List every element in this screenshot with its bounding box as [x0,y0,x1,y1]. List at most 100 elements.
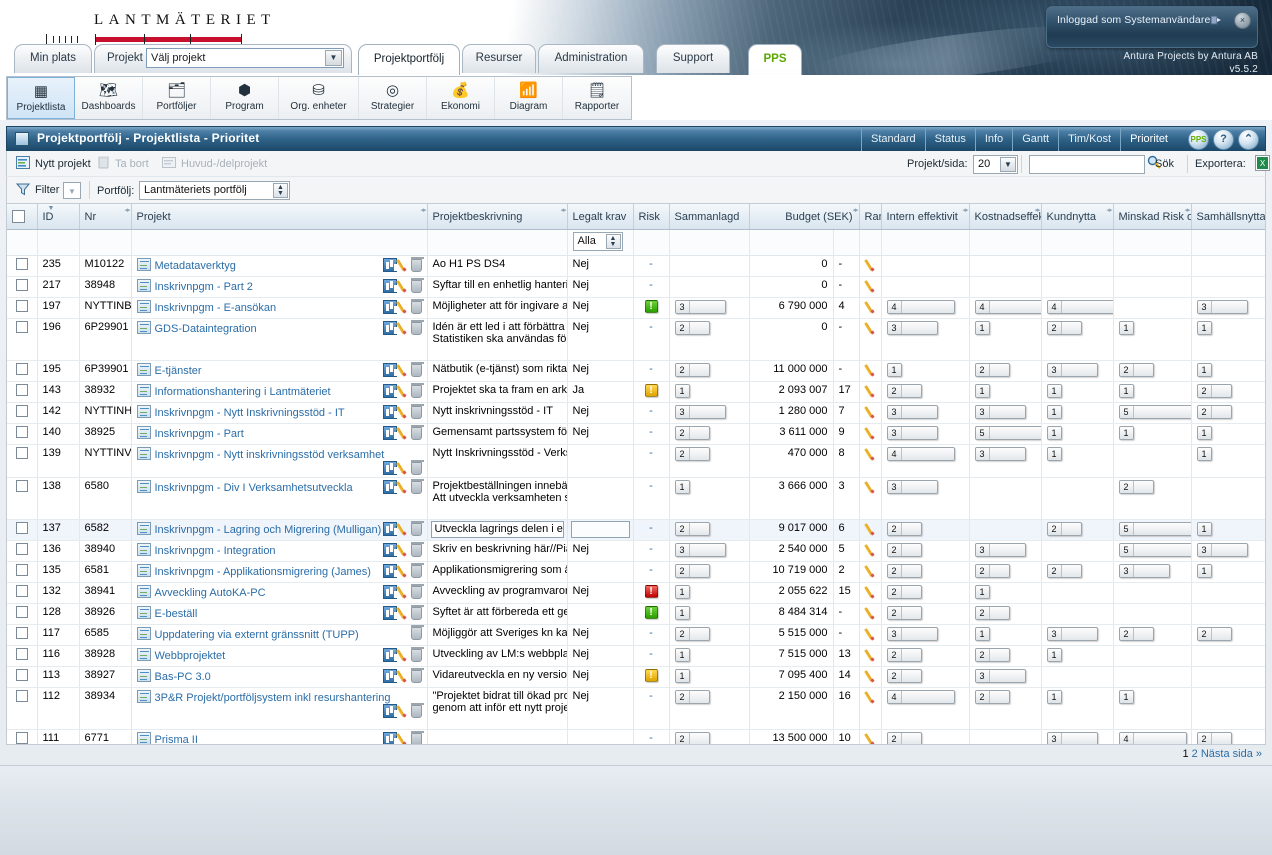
project-link[interactable]: Inskrivnpgm - Part 2 [155,281,253,293]
sammanlagd-chip[interactable]: 1 [674,584,690,599]
col-header-samhallsnytta[interactable]: Samhällsnytta [1191,204,1265,230]
cell-select[interactable] [7,645,38,667]
legalt-krav-filter[interactable]: Alla ▲ ▼ [572,231,623,251]
row-delete-icon[interactable] [410,646,424,662]
rank-edit-icon[interactable] [866,522,878,536]
cell-select[interactable] [7,519,38,541]
filter-dropdown-button[interactable]: ▼ [63,182,81,199]
project-link[interactable]: Inskrivnpgm - Integration [155,545,276,557]
cell-rank-edit[interactable] [859,444,882,478]
cell-rank-edit[interactable] [859,645,882,667]
row-chart-icon[interactable] [382,425,397,440]
tab-resurser[interactable]: Resurser [462,44,536,73]
cell-select[interactable] [7,477,38,520]
row-edit-icon[interactable] [398,405,410,419]
row-delete-icon[interactable] [410,403,424,419]
row-edit-icon[interactable] [398,363,410,377]
minskad-risk-chip[interactable]: 3 [1118,563,1170,578]
intern-effektivitet-chip[interactable]: 4 [886,446,955,461]
cell-rank-edit[interactable] [859,729,882,744]
sammanlagd-chip[interactable]: 1 [674,605,690,620]
row-delete-icon[interactable] [410,361,424,377]
rank-edit-icon[interactable] [866,405,878,419]
rank-edit-icon[interactable] [866,321,878,335]
cell-select[interactable] [7,360,38,382]
cell-rank-edit[interactable] [859,477,882,520]
cell-rank-edit[interactable] [859,318,882,361]
spinner-icon[interactable]: ▲ ▼ [605,233,621,249]
row-edit-icon[interactable] [398,480,410,494]
samhallsnytta-chip[interactable]: 1 [1196,563,1212,578]
row-checkbox[interactable] [15,446,28,459]
resize-grip[interactable]: ◂▸ [1034,206,1040,214]
samhallsnytta-chip[interactable]: 1 [1196,446,1212,461]
row-chart-icon[interactable] [382,668,397,683]
table-row[interactable]: 117 6585 Uppdatering via externt gränssnit… [7,624,1265,646]
minskad-risk-chip[interactable]: 2 [1118,626,1154,641]
sammanlagd-chip[interactable]: 2 [674,689,710,704]
table-row[interactable]: 138 6580 Inskrivnpgm - Div I Verksamhetsut… [7,477,1265,520]
iconbar-item-dashboards[interactable]: 🗺 Dashboards [75,77,143,119]
minskad-risk-chip[interactable]: 1 [1118,383,1134,398]
kundnytta-chip[interactable]: 1 [1046,383,1062,398]
row-chart-icon[interactable] [382,647,397,662]
cell-beskrivning[interactable]: Utveckla lagrings delen i ett [427,519,568,541]
row-chart-icon[interactable] [382,703,397,718]
cell-select[interactable] [7,255,38,277]
project-link[interactable]: E-beställ [155,608,198,620]
kostnadseffekt-chip[interactable]: 3 [974,668,1026,683]
sammanlagd-chip[interactable]: 2 [674,446,710,461]
kostnadseffekt-chip[interactable]: 2 [974,689,1010,704]
iconbar-item-org-enheter[interactable]: ⛁ Org. enheter [279,77,359,119]
row-edit-icon[interactable] [398,606,410,620]
table-row[interactable]: 140 38925 Inskrivnpgm - Part Gemensamt part… [7,423,1265,445]
row-delete-icon[interactable] [410,277,424,293]
row-edit-icon[interactable] [398,279,410,293]
row-edit-icon[interactable] [398,543,410,557]
logout-icon[interactable] [1209,13,1223,27]
col-header-risk[interactable]: Risk [633,204,670,230]
project-link[interactable]: Bas-PC 3.0 [155,671,211,683]
row-checkbox[interactable] [15,605,28,618]
intern-effektivitet-chip[interactable]: 2 [886,605,922,620]
kostnadseffekt-chip[interactable]: 1 [974,320,990,335]
view-tab-info[interactable]: Info [974,127,1012,152]
project-link[interactable]: Inskrivnpgm - E-ansökan [155,302,277,314]
row-delete-icon[interactable] [410,702,424,718]
project-link[interactable]: 3P&R Projekt/portföljsystem inkl resursh… [155,692,391,704]
pps-button[interactable]: PPS [1188,129,1209,150]
minskad-risk-chip[interactable]: 2 [1118,479,1154,494]
cell-select[interactable] [7,402,38,424]
row-checkbox[interactable] [15,320,28,333]
kundnytta-chip[interactable]: 1 [1046,404,1062,419]
row-checkbox[interactable] [15,542,28,555]
row-checkbox[interactable] [15,668,28,681]
cell-select[interactable] [7,582,38,604]
project-link[interactable]: Metadataverktyg [155,260,236,272]
projects-per-page-select[interactable]: 20 ▼ [973,155,1018,174]
row-edit-icon[interactable] [398,300,410,314]
rank-edit-icon[interactable] [866,648,878,662]
table-row[interactable]: 143 38932 Informationshantering i Lantmäte… [7,381,1265,403]
help-button[interactable]: ? [1213,129,1234,150]
cell-rank-edit[interactable] [859,624,882,646]
cell-select[interactable] [7,687,38,730]
col-header-kostnadseffekt[interactable]: ◂▸ Kostnadseffekt [969,204,1042,230]
row-chart-icon[interactable] [382,460,397,475]
row-chart-icon[interactable] [382,362,397,377]
rank-edit-icon[interactable] [866,480,878,494]
samhallsnytta-chip[interactable]: 1 [1196,521,1212,536]
rank-edit-icon[interactable] [866,543,878,557]
risk-badge[interactable]: ! [644,299,658,313]
iconbar-item-projektlista[interactable]: ▦ Projektlista [7,77,75,119]
row-checkbox[interactable] [15,584,28,597]
page-link-2[interactable]: 2 [1192,748,1198,760]
cell-rank-edit[interactable] [859,297,882,319]
minskad-risk-chip[interactable]: 2 [1118,362,1154,377]
cell-select[interactable] [7,561,38,583]
kostnadseffekt-chip[interactable]: 3 [974,542,1026,557]
row-delete-icon[interactable] [410,256,424,272]
cell-rank-edit[interactable] [859,687,882,730]
iconbar-item-strategier[interactable]: ◎ Strategier [359,77,427,119]
intern-effektivitet-chip[interactable]: 2 [886,668,922,683]
